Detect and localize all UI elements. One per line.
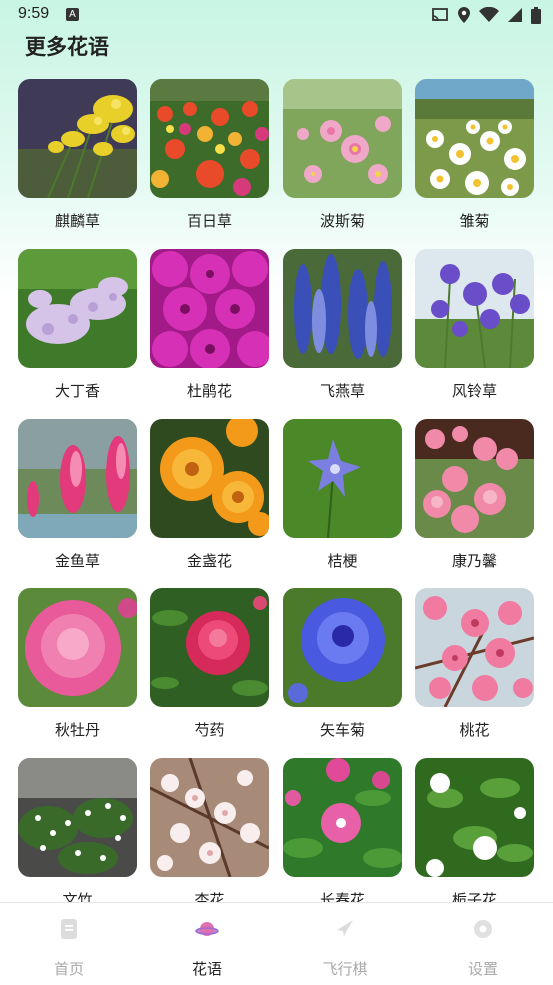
goldenrod-photo xyxy=(18,79,137,198)
flower-name: 麒麟草 xyxy=(54,212,100,230)
nav-item-settings[interactable]: 设置 xyxy=(414,903,552,985)
settings-icon xyxy=(474,920,492,938)
calendula-photo xyxy=(150,419,269,538)
planet-icon xyxy=(195,922,219,936)
peach-blossom-photo xyxy=(415,588,534,707)
flower-card-larkspur[interactable]: 飞燕草 xyxy=(283,249,402,400)
flower-name: 栀子花 xyxy=(451,891,497,902)
battery-icon xyxy=(531,6,541,24)
zinnia-photo xyxy=(150,79,269,198)
page-title: 更多花语 xyxy=(25,35,109,59)
balloon-flower-photo xyxy=(283,419,402,538)
flower-name: 杏花 xyxy=(194,891,225,902)
bottom-nav: 首页 花语 飞行棋 设置 xyxy=(0,902,553,985)
nav-item-flower-language[interactable]: 花语 xyxy=(138,903,276,985)
flower-name: 芍药 xyxy=(194,721,225,739)
bellflower-photo xyxy=(415,249,534,368)
status-bar: 9:59 A xyxy=(0,0,553,30)
flower-name: 矢车菊 xyxy=(319,721,365,739)
daisy-photo xyxy=(415,79,534,198)
location-icon xyxy=(458,7,470,23)
flower-name: 飞燕草 xyxy=(319,382,365,400)
flower-card-goldenrod[interactable]: 麒麟草 xyxy=(18,79,137,230)
nav-item-aeroplane-chess[interactable]: 飞行棋 xyxy=(276,903,414,985)
flower-card-periwinkle[interactable]: 长春花 xyxy=(283,758,402,902)
flower-name: 金鱼草 xyxy=(54,552,100,570)
flower-card-peach-blossom[interactable]: 桃花 xyxy=(415,588,534,739)
flower-name: 康乃馨 xyxy=(451,552,497,570)
flower-card-bellflower[interactable]: 风铃草 xyxy=(415,249,534,400)
flower-grid: 麒麟草 百日草 波斯菊 雏菊 大丁香 杜鹃花 飞燕草 风铃草 金鱼草 金盏花 桔… xyxy=(18,79,538,902)
nav-label-settings: 设置 xyxy=(467,960,498,978)
flower-name: 桔梗 xyxy=(327,552,358,570)
herbaceous-peony-photo xyxy=(150,588,269,707)
gardenia-photo xyxy=(415,758,534,877)
plane-icon xyxy=(337,920,353,937)
flower-name: 波斯菊 xyxy=(319,212,365,230)
flower-card-zinnia[interactable]: 百日草 xyxy=(150,79,269,230)
flower-card-asparagus-fern[interactable]: 文竹 xyxy=(18,758,137,902)
flower-card-calendula[interactable]: 金盏花 xyxy=(150,419,269,570)
flower-card-gardenia[interactable]: 栀子花 xyxy=(415,758,534,902)
flower-card-balloon-flower[interactable]: 桔梗 xyxy=(283,419,402,570)
flower-card-lilac[interactable]: 大丁香 xyxy=(18,249,137,400)
status-icons xyxy=(431,6,541,24)
flower-card-cornflower[interactable]: 矢车菊 xyxy=(283,588,402,739)
flower-card-apricot-blossom[interactable]: 杏花 xyxy=(150,758,269,902)
status-time: 9:59 xyxy=(18,5,50,22)
peony-photo xyxy=(18,588,137,707)
cornflower-photo xyxy=(283,588,402,707)
flower-name: 风铃草 xyxy=(451,382,497,400)
carnation-photo xyxy=(415,419,534,538)
snapdragon-photo xyxy=(18,419,137,538)
flower-card-herbaceous-peony[interactable]: 芍药 xyxy=(150,588,269,739)
flower-card-peony[interactable]: 秋牡丹 xyxy=(18,588,137,739)
flower-name: 秋牡丹 xyxy=(54,721,100,739)
flower-name: 桃花 xyxy=(459,721,490,739)
flower-name: 雏菊 xyxy=(459,212,490,230)
flower-name: 长春花 xyxy=(319,891,365,902)
flower-name: 大丁香 xyxy=(54,382,100,400)
home-doc-icon xyxy=(61,919,77,939)
cosmos-photo xyxy=(283,79,402,198)
nav-label-flower-language: 花语 xyxy=(191,960,222,978)
nav-label-aeroplane-chess: 飞行棋 xyxy=(322,960,368,978)
flower-name: 杜鹃花 xyxy=(186,382,232,400)
periwinkle-photo xyxy=(283,758,402,877)
flower-card-snapdragon[interactable]: 金鱼草 xyxy=(18,419,137,570)
apricot-blossom-photo xyxy=(150,758,269,877)
wifi-icon xyxy=(479,7,499,22)
nav-item-home[interactable]: 首页 xyxy=(0,903,138,985)
flower-name: 百日草 xyxy=(186,212,232,230)
asparagus-fern-photo xyxy=(18,758,137,877)
signal-icon xyxy=(508,8,522,22)
cast-icon xyxy=(432,8,448,22)
flower-card-azalea[interactable]: 杜鹃花 xyxy=(150,249,269,400)
flower-name: 金盏花 xyxy=(186,552,232,570)
flower-card-carnation[interactable]: 康乃馨 xyxy=(415,419,534,570)
nav-label-home: 首页 xyxy=(53,960,84,978)
azalea-photo xyxy=(150,249,269,368)
flower-name: 文竹 xyxy=(62,891,93,902)
flower-card-cosmos[interactable]: 波斯菊 xyxy=(283,79,402,230)
status-notification-icon: A xyxy=(66,8,79,21)
flower-card-daisy[interactable]: 雏菊 xyxy=(415,79,534,230)
larkspur-photo xyxy=(283,249,402,368)
lilac-photo xyxy=(18,249,137,368)
